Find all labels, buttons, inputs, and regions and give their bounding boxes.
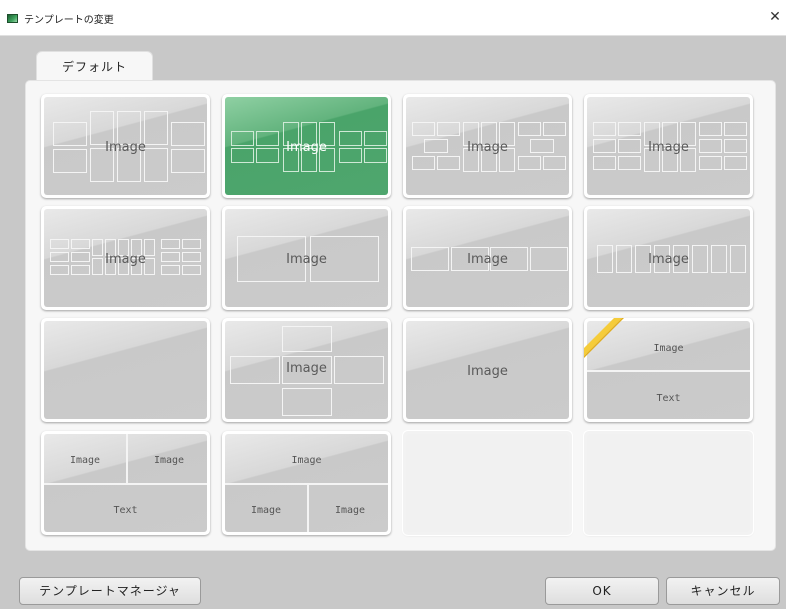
placeholder-frame [724, 122, 747, 136]
image-label: Image [286, 140, 327, 155]
cancel-button[interactable]: キャンセル [666, 577, 780, 605]
placeholder-frame [699, 122, 722, 136]
placeholder-frame [593, 122, 616, 136]
image-label: Image [153, 455, 185, 466]
template-card-2[interactable]: Image [222, 94, 391, 198]
image-label: Image [467, 252, 508, 267]
template-card-12[interactable]: Image Text [584, 318, 753, 422]
dialog-titlebar: テンプレートの変更 ✕ [0, 0, 786, 36]
placeholder-frame [437, 122, 460, 136]
image-label: Image [286, 361, 327, 376]
app-icon [7, 14, 18, 23]
template-card-9[interactable] [41, 318, 210, 422]
placeholder-frame [50, 239, 69, 249]
template-card-5[interactable]: Image [41, 206, 210, 310]
placeholder-frame [543, 156, 566, 170]
placeholder-frame [412, 122, 435, 136]
template-card-3[interactable]: Image [403, 94, 572, 198]
image-label: Image [648, 252, 689, 267]
placeholder-frame [518, 122, 541, 136]
image-label: Image [105, 252, 146, 267]
template-card-4[interactable]: Image [584, 94, 753, 198]
template-card-empty [584, 431, 753, 535]
template-card-1[interactable]: Image [41, 94, 210, 198]
template-card-14[interactable]: Image Image Image [222, 431, 391, 535]
template-card-7[interactable]: Image [403, 206, 572, 310]
placeholder-frame [182, 239, 201, 249]
placeholder-frame [437, 156, 460, 170]
placeholder-frame [618, 122, 641, 136]
bookmark-corner-icon [584, 318, 624, 358]
placeholder-frame [593, 156, 616, 170]
dialog-title: テンプレートの変更 [24, 15, 114, 26]
template-manager-button[interactable]: テンプレートマネージャ [19, 577, 201, 605]
divider-line [44, 483, 207, 485]
image-label: Image [648, 140, 689, 155]
template-card-10[interactable]: Image [222, 318, 391, 422]
template-card-11[interactable]: Image [403, 318, 572, 422]
image-label: Image [286, 252, 327, 267]
image-label: Image [250, 505, 282, 516]
template-card-empty [403, 431, 572, 535]
image-label: Image [69, 455, 101, 466]
image-label: Image [105, 140, 146, 155]
placeholder-frame [282, 326, 332, 352]
ok-button[interactable]: OK [545, 577, 659, 605]
placeholder-frame [71, 239, 90, 249]
close-icon[interactable]: ✕ [766, 8, 784, 26]
placeholder-frame [724, 156, 747, 170]
image-label: Image [467, 364, 508, 379]
placeholder-frame [161, 239, 180, 249]
template-card-6[interactable]: Image [222, 206, 391, 310]
text-label: Text [656, 393, 681, 404]
template-card-13[interactable]: Image Image Text [41, 431, 210, 535]
tab-default[interactable]: デフォルト [36, 51, 153, 82]
placeholder-frame [412, 156, 435, 170]
image-label: Image [291, 455, 322, 466]
placeholder-frame [518, 156, 541, 170]
placeholder-frame [543, 122, 566, 136]
image-label: Image [334, 505, 366, 516]
placeholder-frame [699, 156, 722, 170]
divider-line [587, 370, 750, 372]
template-card-8[interactable]: Image [584, 206, 753, 310]
placeholder-frame [618, 156, 641, 170]
placeholder-frame [282, 388, 332, 416]
text-label: Text [113, 505, 138, 516]
image-label: Image [467, 140, 508, 155]
